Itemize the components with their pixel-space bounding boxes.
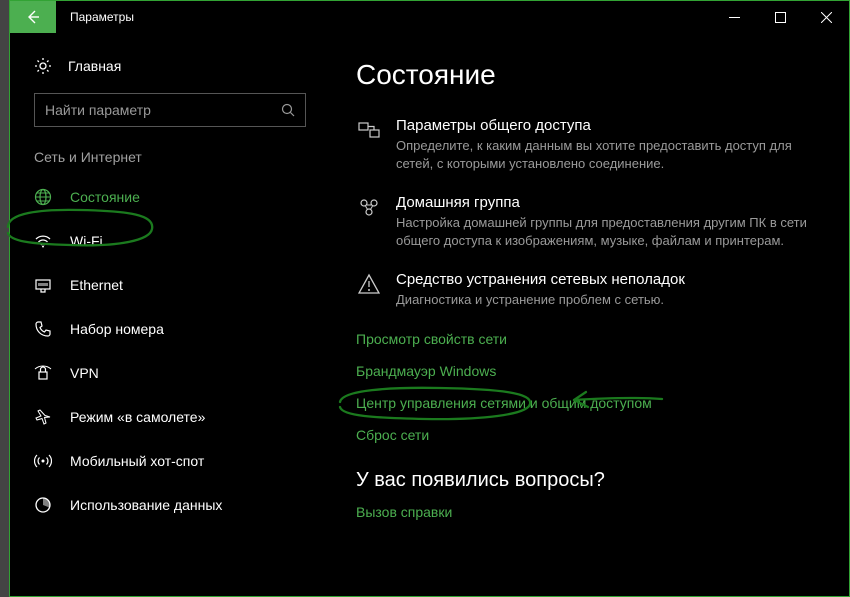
sidebar-item-label: Состояние [70,189,140,205]
sidebar-item-data-usage[interactable]: Использование данных [10,483,330,527]
maximize-icon [775,12,786,23]
gear-icon [34,57,52,75]
sidebar-item-label: Wi-Fi [70,233,103,249]
sidebar-item-hotspot[interactable]: Мобильный хот-спот [10,439,330,483]
wifi-icon [34,232,52,250]
link-network-center[interactable]: Центр управления сетями и общим доступом [356,395,825,411]
card-troubleshoot[interactable]: Средство устранения сетевых неполадок Ди… [356,271,825,309]
search-icon [281,103,295,117]
card-title: Домашняя группа [396,194,825,211]
titlebar: Параметры [10,1,849,33]
card-title: Средство устранения сетевых неполадок [396,271,825,288]
sidebar-item-label: Мобильный хот-спот [70,453,204,469]
card-desc: Настройка домашней группы для предоставл… [396,214,825,249]
window-controls [711,1,849,33]
sidebar-home[interactable]: Главная [10,51,330,89]
arrow-left-icon [25,9,41,25]
search-box[interactable] [34,93,306,127]
page-title: Состояние [356,59,825,91]
ethernet-icon [34,276,52,294]
link-reset-network[interactable]: Сброс сети [356,427,825,443]
warning-icon [356,271,382,309]
homegroup-icon [356,194,382,249]
card-desc: Диагностика и устранение проблем с сетью… [396,291,825,309]
card-title: Параметры общего доступа [396,117,825,134]
link-view-properties[interactable]: Просмотр свойств сети [356,331,825,347]
maximize-button[interactable] [757,1,803,33]
data-usage-icon [34,496,52,514]
link-help[interactable]: Вызов справки [356,504,825,520]
hotspot-icon [34,452,52,470]
sidebar-item-label: Ethernet [70,277,123,293]
sidebar-item-airplane[interactable]: Режим «в самолете» [10,395,330,439]
sidebar-item-ethernet[interactable]: Ethernet [10,263,330,307]
search-input[interactable] [45,102,281,118]
back-button[interactable] [10,1,56,33]
settings-window: Параметры Главная [9,0,850,597]
sidebar: Главная Сеть и Интернет Состояние Wi [10,33,330,596]
airplane-icon [34,408,52,426]
sidebar-item-label: Использование данных [70,497,222,513]
minimize-icon [729,12,740,23]
sidebar-item-label: Набор номера [70,321,164,337]
sidebar-item-wifi[interactable]: Wi-Fi [10,219,330,263]
sidebar-item-vpn[interactable]: VPN [10,351,330,395]
link-firewall[interactable]: Брандмауэр Windows [356,363,825,379]
sharing-icon [356,117,382,172]
close-button[interactable] [803,1,849,33]
sidebar-home-label: Главная [68,58,121,74]
card-homegroup[interactable]: Домашняя группа Настройка домашней групп… [356,194,825,249]
card-desc: Определите, к каким данным вы хотите пре… [396,137,825,172]
sidebar-group-header: Сеть и Интернет [10,145,330,175]
window-title: Параметры [56,1,711,33]
phone-icon [34,320,52,338]
globe-icon [34,188,52,206]
minimize-button[interactable] [711,1,757,33]
vpn-icon [34,364,52,382]
sidebar-item-dialup[interactable]: Набор номера [10,307,330,351]
content-pane[interactable]: Состояние Параметры общего доступа Опред… [330,33,849,596]
sidebar-item-label: Режим «в самолете» [70,409,205,425]
close-icon [821,12,832,23]
sidebar-item-label: VPN [70,365,99,381]
sidebar-item-status[interactable]: Состояние [10,175,330,219]
card-sharing[interactable]: Параметры общего доступа Определите, к к… [356,117,825,172]
questions-heading: У вас появились вопросы? [356,469,825,492]
